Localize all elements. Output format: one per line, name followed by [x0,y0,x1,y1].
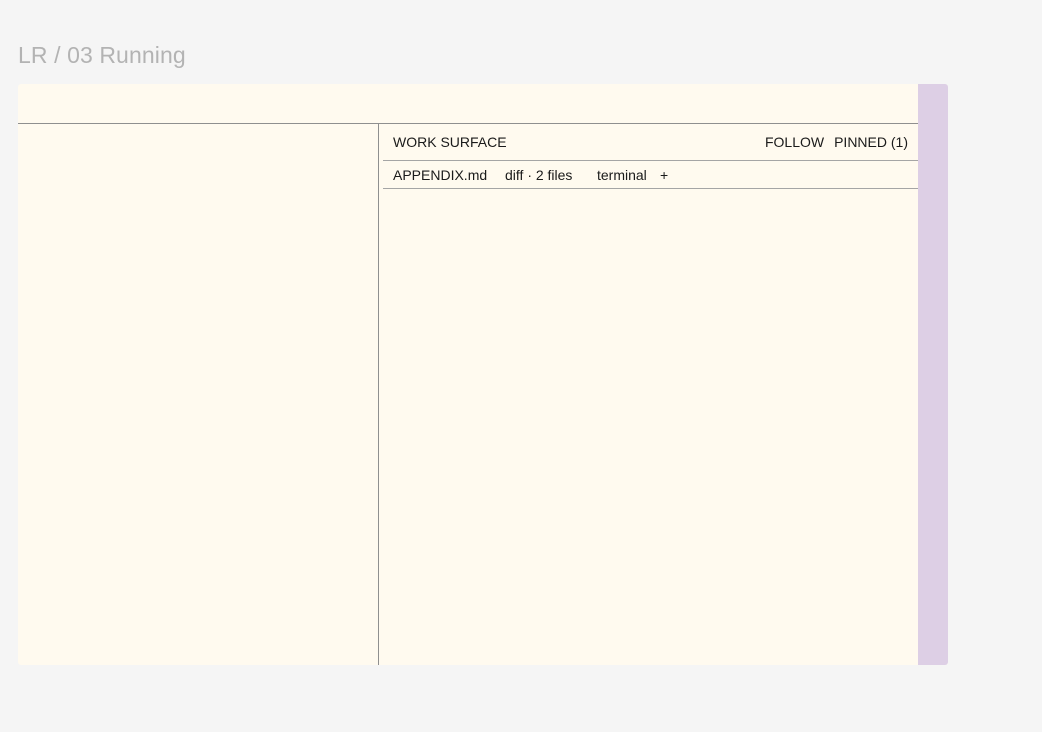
work-surface-panel: WORK SURFACE FOLLOW PINNED (1) APPENDIX.… [383,124,918,665]
tab-terminal[interactable]: terminal [597,167,647,183]
add-tab-button[interactable]: + [660,167,668,183]
follow-button[interactable]: FOLLOW [765,134,824,150]
top-bar [18,84,918,124]
tab-bar: APPENDIX.md diff · 2 files terminal + [383,161,918,189]
work-surface-header: WORK SURFACE FOLLOW PINNED (1) [383,124,918,161]
right-rail [918,84,948,665]
left-pane [18,124,379,665]
pinned-button[interactable]: PINNED (1) [834,134,908,150]
app-frame: WORK SURFACE FOLLOW PINNED (1) APPENDIX.… [18,84,948,665]
work-surface-title: WORK SURFACE [393,134,507,150]
frame-title: LR / 03 Running [18,42,186,68]
work-surface-actions: FOLLOW PINNED (1) [765,134,908,150]
tab-appendix-md[interactable]: APPENDIX.md [393,167,487,183]
tab-diff[interactable]: diff · 2 files [505,167,572,183]
